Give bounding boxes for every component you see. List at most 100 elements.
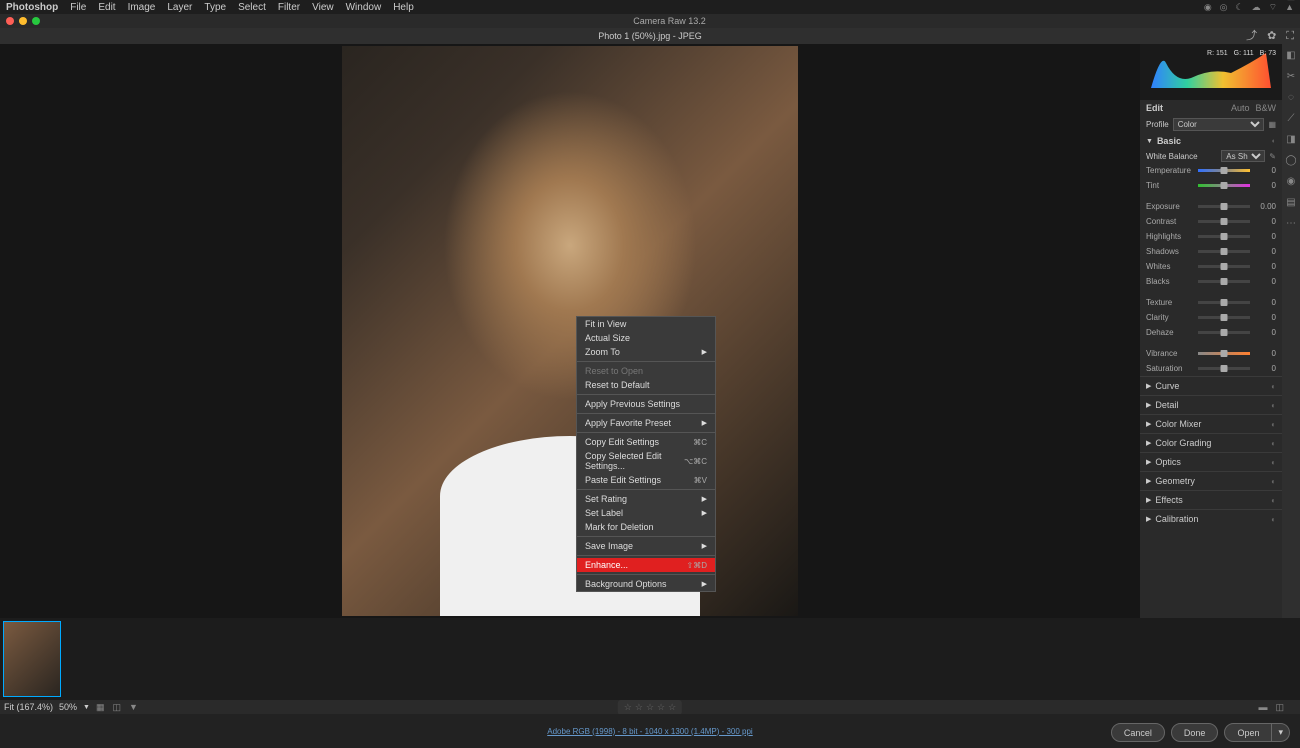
context-menu-item[interactable]: Actual Size bbox=[577, 331, 715, 345]
crop-tool-icon[interactable]: ✂ bbox=[1287, 71, 1295, 82]
menu-filter[interactable]: Filter bbox=[278, 2, 300, 13]
menu-view[interactable]: View bbox=[312, 2, 334, 13]
maximize-traffic-light[interactable] bbox=[32, 17, 40, 25]
panel-effects[interactable]: ▶Effects◐ bbox=[1140, 490, 1282, 509]
rating-stars[interactable]: ☆ ☆ ☆ ☆ ☆ bbox=[618, 700, 682, 715]
panel-detail[interactable]: ▶Detail◐ bbox=[1140, 395, 1282, 414]
context-menu-item[interactable]: Apply Favorite Preset▶ bbox=[577, 416, 715, 430]
grid-view-icon[interactable]: ▦ bbox=[96, 702, 105, 713]
context-menu: Fit in ViewActual SizeZoom To▶ Reset to O… bbox=[576, 316, 716, 592]
panel-geometry[interactable]: ▶Geometry◐ bbox=[1140, 471, 1282, 490]
menu-select[interactable]: Select bbox=[238, 2, 266, 13]
bw-button[interactable]: B&W bbox=[1255, 103, 1276, 113]
slider-saturation[interactable]: Saturation0 bbox=[1146, 361, 1276, 376]
menubar: Photoshop File Edit Image Layer Type Sel… bbox=[0, 0, 1300, 14]
histogram[interactable]: R: 151 G: 111 B: 73 bbox=[1140, 44, 1282, 100]
context-menu-item[interactable]: Copy Selected Edit Settings...⌥⌘C bbox=[577, 449, 715, 473]
section-toggle-icon[interactable]: ◐ bbox=[1272, 138, 1276, 145]
eyedropper-icon[interactable]: ✎ bbox=[1269, 152, 1276, 161]
menu-image[interactable]: Image bbox=[128, 2, 156, 13]
chevron-down-icon: ▼ bbox=[1146, 138, 1153, 145]
menu-window[interactable]: Window bbox=[346, 2, 382, 13]
context-menu-item[interactable]: Set Rating▶ bbox=[577, 492, 715, 506]
slider-temperature[interactable]: Temperature0 bbox=[1146, 163, 1276, 178]
panel-calibration[interactable]: ▶Calibration◐ bbox=[1140, 509, 1282, 528]
context-menu-item[interactable]: Mark for Deletion bbox=[577, 520, 715, 534]
context-menu-item[interactable]: Apply Previous Settings bbox=[577, 397, 715, 411]
context-menu-item[interactable]: Set Label▶ bbox=[577, 506, 715, 520]
image-metadata-link[interactable]: Adobe RGB (1998) - 8 bit - 1040 x 1300 (… bbox=[547, 727, 752, 736]
compare-view-icon[interactable]: ◫ bbox=[113, 702, 122, 713]
star-icon[interactable]: ☆ bbox=[624, 702, 632, 713]
context-menu-item[interactable]: Zoom To▶ bbox=[577, 345, 715, 359]
menu-file[interactable]: File bbox=[70, 2, 86, 13]
star-icon[interactable]: ☆ bbox=[635, 702, 643, 713]
slider-texture[interactable]: Texture0 bbox=[1146, 295, 1276, 310]
radial-tool-icon[interactable]: ◯ bbox=[1285, 155, 1296, 166]
cloud-icon: ☁ bbox=[1252, 2, 1261, 13]
context-menu-item: Reset to Open bbox=[577, 364, 715, 378]
fullscreen-icon[interactable]: ⛶ bbox=[1286, 28, 1294, 44]
edit-tool-icon[interactable]: ◧ bbox=[1286, 50, 1295, 61]
context-menu-item[interactable]: Fit in View bbox=[577, 317, 715, 331]
cancel-button[interactable]: Cancel bbox=[1111, 723, 1165, 742]
zoom-label[interactable]: 50% bbox=[59, 702, 77, 712]
context-menu-item[interactable]: Reset to Default bbox=[577, 378, 715, 392]
before-after-icon[interactable]: ◫ bbox=[1275, 702, 1284, 713]
context-menu-item[interactable]: Background Options▶ bbox=[577, 577, 715, 591]
slider-tint[interactable]: Tint0 bbox=[1146, 178, 1276, 193]
slider-contrast[interactable]: Contrast0 bbox=[1146, 214, 1276, 229]
slider-exposure[interactable]: Exposure0.00 bbox=[1146, 199, 1276, 214]
slider-highlights[interactable]: Highlights0 bbox=[1146, 229, 1276, 244]
star-icon[interactable]: ☆ bbox=[646, 702, 654, 713]
panel-optics[interactable]: ▶Optics◐ bbox=[1140, 452, 1282, 471]
filter-icon[interactable]: ▼ bbox=[129, 702, 138, 713]
right-tool-strip: ◧ ✂ ◌ ⟋ ◨ ◯ ◉ ▤ ⋯ bbox=[1282, 44, 1300, 618]
fit-label[interactable]: Fit (167.4%) bbox=[4, 702, 53, 712]
context-menu-item[interactable]: Enhance...⇧⌘D bbox=[577, 558, 715, 572]
more-tool-icon[interactable]: ⋯ bbox=[1286, 218, 1296, 229]
open-button[interactable]: Open bbox=[1224, 723, 1272, 742]
presets-tool-icon[interactable]: ▤ bbox=[1286, 197, 1295, 208]
image-canvas[interactable]: Fit in ViewActual SizeZoom To▶ Reset to O… bbox=[0, 44, 1140, 618]
slider-dehaze[interactable]: Dehaze0 bbox=[1146, 325, 1276, 340]
menu-type[interactable]: Type bbox=[204, 2, 226, 13]
slider-whites[interactable]: Whites0 bbox=[1146, 259, 1276, 274]
panel-curve[interactable]: ▶Curve◐ bbox=[1140, 376, 1282, 395]
slider-blacks[interactable]: Blacks0 bbox=[1146, 274, 1276, 289]
wb-select[interactable]: As Shot bbox=[1221, 150, 1265, 162]
document-title: Photo 1 (50%).jpg - JPEG bbox=[598, 31, 702, 41]
basic-section-header[interactable]: ▼ Basic ◐ bbox=[1140, 133, 1282, 149]
minimize-traffic-light[interactable] bbox=[19, 17, 27, 25]
profile-grid-icon[interactable]: ▦ bbox=[1268, 120, 1276, 129]
brush-tool-icon[interactable]: ⟋ bbox=[1288, 113, 1295, 124]
single-view-icon[interactable]: ▬ bbox=[1258, 702, 1267, 713]
gear-icon[interactable]: ✿ bbox=[1267, 28, 1276, 44]
window-chrome: Camera Raw 13.2 bbox=[0, 14, 1300, 28]
menu-help[interactable]: Help bbox=[393, 2, 414, 13]
auto-button[interactable]: Auto bbox=[1231, 103, 1250, 113]
profile-select[interactable]: Color bbox=[1173, 118, 1265, 131]
menu-layer[interactable]: Layer bbox=[167, 2, 192, 13]
grid-toggle-icon[interactable]: ▦ bbox=[1287, 0, 1298, 2]
heal-tool-icon[interactable]: ◌ bbox=[1288, 92, 1294, 103]
done-button[interactable]: Done bbox=[1171, 723, 1219, 742]
panel-color-grading[interactable]: ▶Color Grading◐ bbox=[1140, 433, 1282, 452]
context-menu-item[interactable]: Copy Edit Settings⌘C bbox=[577, 435, 715, 449]
panel-color-mixer[interactable]: ▶Color Mixer◐ bbox=[1140, 414, 1282, 433]
gradient-tool-icon[interactable]: ◨ bbox=[1286, 134, 1295, 145]
thumbnail[interactable] bbox=[3, 621, 61, 697]
context-menu-item[interactable]: Paste Edit Settings⌘V bbox=[577, 473, 715, 487]
menu-edit[interactable]: Edit bbox=[98, 2, 115, 13]
context-menu-item[interactable]: Save Image▶ bbox=[577, 539, 715, 553]
share-icon[interactable]: ⤴ bbox=[1246, 28, 1257, 44]
open-dropdown-button[interactable]: ▾ bbox=[1272, 723, 1290, 742]
close-traffic-light[interactable] bbox=[6, 17, 14, 25]
star-icon[interactable]: ☆ bbox=[668, 702, 676, 713]
zoom-chevron-icon[interactable]: ▼ bbox=[83, 704, 90, 711]
star-icon[interactable]: ☆ bbox=[657, 702, 665, 713]
redeye-tool-icon[interactable]: ◉ bbox=[1287, 176, 1296, 187]
slider-clarity[interactable]: Clarity0 bbox=[1146, 310, 1276, 325]
slider-shadows[interactable]: Shadows0 bbox=[1146, 244, 1276, 259]
slider-vibrance[interactable]: Vibrance0 bbox=[1146, 346, 1276, 361]
